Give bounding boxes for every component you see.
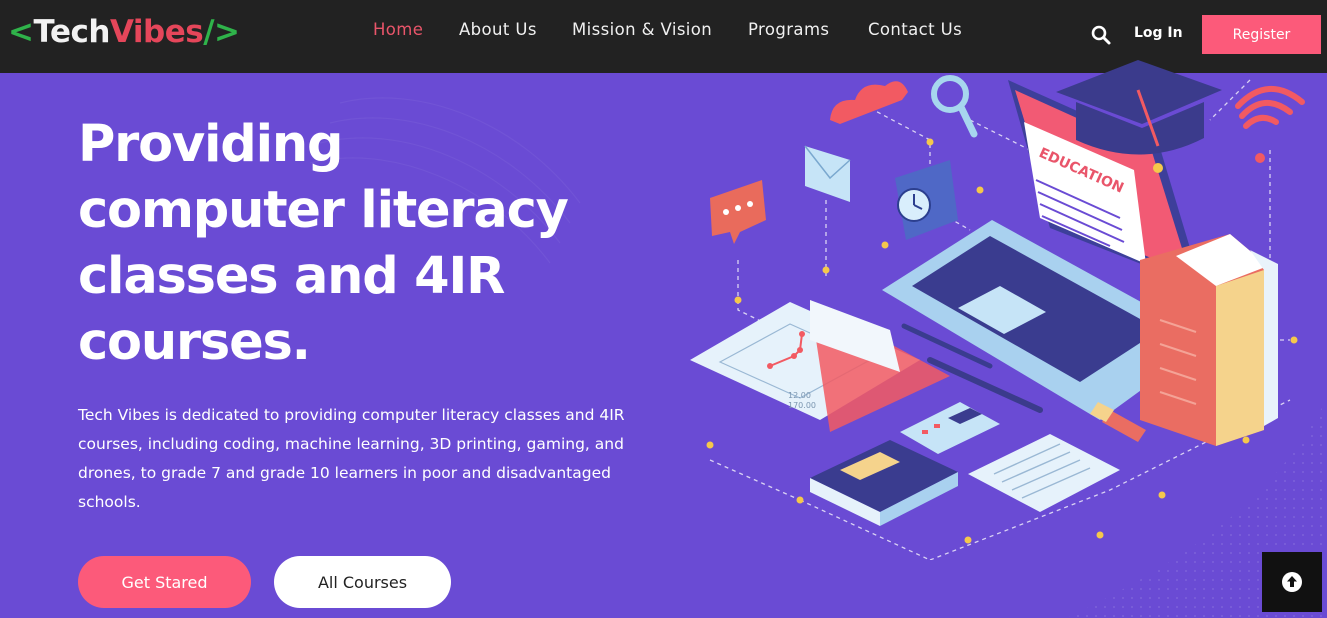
arrow-up-circle-icon <box>1282 572 1302 592</box>
logo-close-bracket: /> <box>203 14 240 50</box>
search-icon[interactable] <box>1090 24 1112 46</box>
headline-line-1: Providing <box>78 115 343 174</box>
scroll-to-top-button[interactable] <box>1262 552 1322 612</box>
chart-label-2: 170.00 <box>788 401 816 410</box>
headline-line-3: classes and 4IR <box>78 247 505 306</box>
get-started-button[interactable]: Get Stared <box>78 556 251 608</box>
login-link[interactable]: Log In <box>1134 25 1183 41</box>
all-courses-button[interactable]: All Courses <box>274 556 451 608</box>
nav-programs[interactable]: Programs <box>748 20 829 39</box>
hero-headline: Providing computer literacy classes and … <box>78 112 698 376</box>
logo-open-bracket: < <box>8 14 34 50</box>
register-button[interactable]: Register <box>1202 15 1321 54</box>
headline-line-4: courses. <box>78 313 311 372</box>
education-illustration: EDUCATION 12.00 170.00 <box>690 60 1305 560</box>
nav-home[interactable]: Home <box>373 20 423 39</box>
nav-mission-vision[interactable]: Mission & Vision <box>572 20 712 39</box>
hero-description: Tech Vibes is dedicated to providing com… <box>78 406 625 511</box>
logo-vibes: Vibes <box>109 14 204 50</box>
nav-about-us[interactable]: About Us <box>459 20 537 39</box>
headline-line-2: computer literacy <box>78 181 569 240</box>
brand-logo[interactable]: <TechVibes/> <box>8 10 240 54</box>
nav-contact-us[interactable]: Contact Us <box>868 20 962 39</box>
logo-tech: Tech <box>33 14 110 50</box>
chart-label-1: 12.00 <box>788 391 811 400</box>
